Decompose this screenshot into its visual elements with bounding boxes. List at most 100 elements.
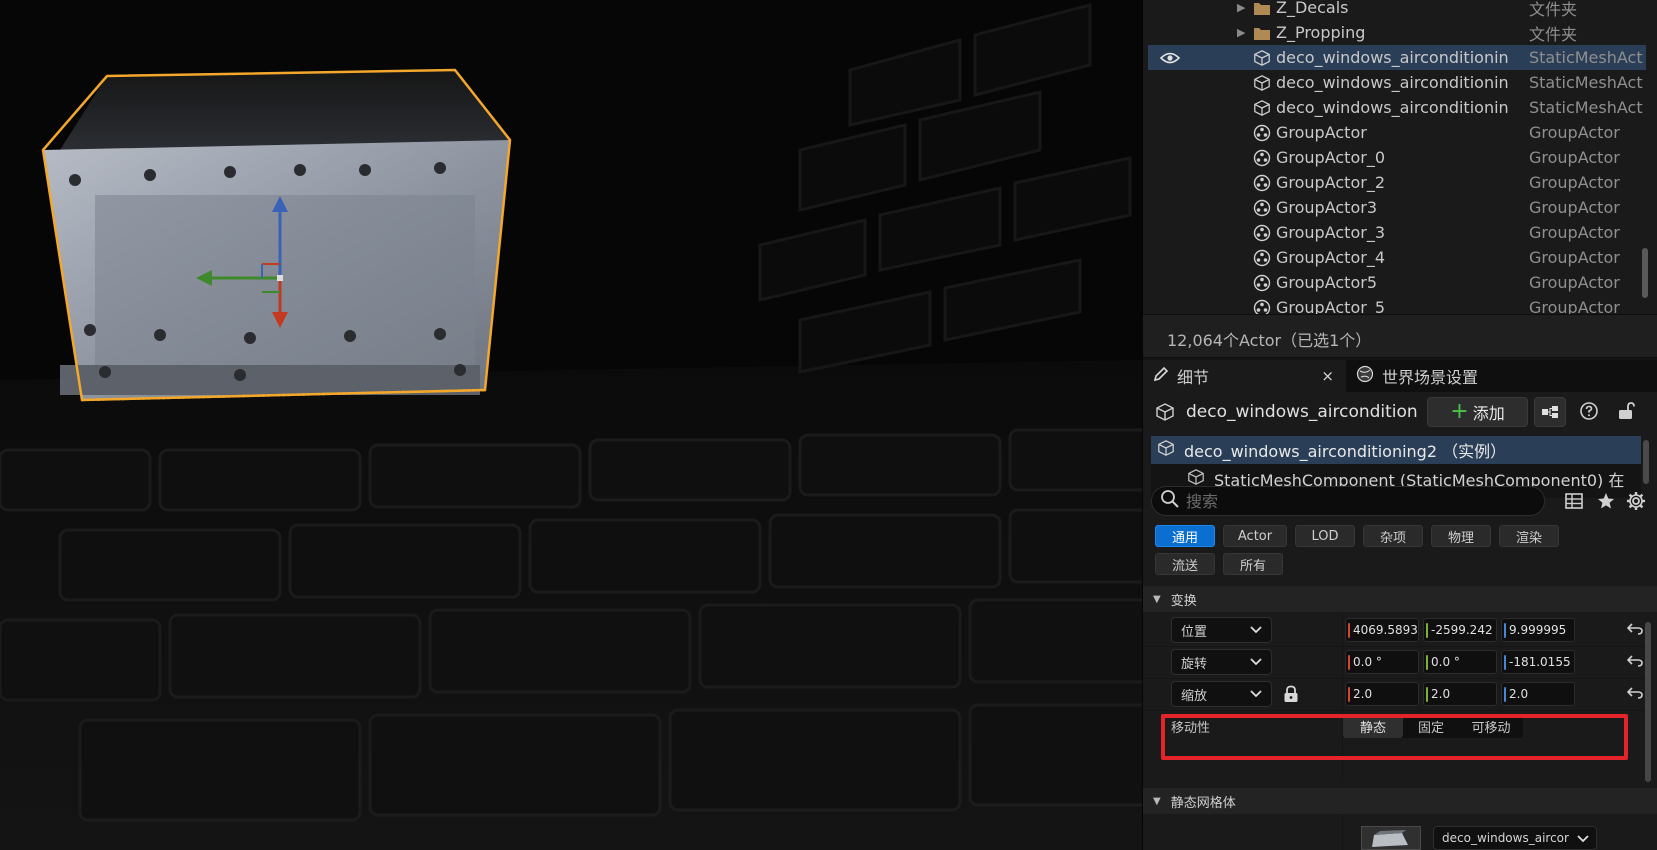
close-tab-icon[interactable]: × (1321, 367, 1334, 385)
scale-x-input[interactable]: 2.0 (1345, 682, 1419, 706)
section-transform-label: 变换 (1170, 593, 1197, 609)
group-actor-icon (1252, 198, 1272, 218)
outliner-item-type: StaticMeshAct (1529, 48, 1643, 67)
outliner-item-type: GroupActor (1529, 198, 1620, 217)
location-z-input[interactable]: 9.999995 (1501, 618, 1575, 642)
reset-arrow-icon[interactable] (1627, 654, 1643, 668)
outliner-item-name: deco_windows_airconditioning (1276, 48, 1508, 67)
globe-icon (1356, 365, 1374, 387)
mobility-stationary-option[interactable]: 固定 (1403, 714, 1459, 738)
outliner-row[interactable]: GroupActor_0 GroupActor (1148, 145, 1646, 170)
filter-general[interactable]: 通用 (1155, 525, 1215, 547)
location-row: 位置 4069.5893 -2599.242 9.999995 (1143, 614, 1648, 646)
filter-actor[interactable]: Actor (1223, 525, 1287, 547)
section-transform[interactable]: ▼ 变换 (1143, 586, 1657, 612)
outliner-row[interactable]: GroupActor_4 GroupActor (1148, 245, 1646, 270)
filter-lod[interactable]: LOD (1295, 525, 1355, 547)
details-search-box[interactable] (1151, 486, 1545, 516)
help-icon[interactable] (1579, 401, 1599, 425)
rotation-y-value: 0.0 ° (1431, 655, 1460, 669)
star-icon[interactable] (1595, 490, 1617, 512)
static-mesh-thumbnail[interactable] (1361, 826, 1421, 850)
pencil-icon (1153, 366, 1169, 386)
group-actor-icon (1252, 298, 1272, 314)
lock-icon[interactable] (1283, 685, 1299, 703)
add-component-button[interactable]: + 添加 (1427, 397, 1528, 427)
static-mesh-icon (1252, 48, 1272, 68)
unlock-icon[interactable] (1617, 401, 1635, 425)
outliner-item-type: StaticMeshAct (1529, 73, 1643, 92)
outliner-row[interactable]: GroupActor GroupActor (1148, 120, 1646, 145)
mobility-movable-option[interactable]: 可移动 (1459, 714, 1523, 738)
scale-z-value: 2.0 (1509, 687, 1529, 701)
reset-arrow-icon[interactable] (1627, 686, 1643, 700)
outliner-item-name: GroupActor_2 (1276, 173, 1385, 192)
scale-y-input[interactable]: 2.0 (1423, 682, 1497, 706)
filter-rendering[interactable]: 渲染 (1499, 525, 1559, 547)
outliner-row[interactable]: GroupActor_2 GroupActor (1148, 170, 1646, 195)
floor-bricks (0, 428, 1142, 822)
details-scrollbar[interactable] (1645, 622, 1651, 782)
reset-arrow-icon[interactable] (1627, 622, 1643, 636)
collapse-triangle-icon: ▼ (1153, 795, 1161, 807)
filter-misc[interactable]: 杂项 (1363, 525, 1423, 547)
location-x-input[interactable]: 4069.5893 (1345, 618, 1419, 642)
mobility-static-option[interactable]: 静态 (1343, 714, 1403, 738)
rotation-y-input[interactable]: 0.0 ° (1423, 650, 1497, 674)
eye-icon[interactable] (1159, 47, 1181, 69)
viewport-scene (0, 0, 1142, 850)
outliner-scrollbar[interactable] (1642, 248, 1648, 298)
triangle-right-icon[interactable]: ▶ (1237, 1, 1249, 14)
selected-crate-mesh[interactable] (41, 68, 512, 402)
outliner-item-type: GroupActor (1529, 273, 1620, 292)
add-component-label: 添加 (1472, 404, 1505, 423)
triangle-right-icon[interactable]: ▶ (1237, 26, 1249, 39)
scale-row: 缩放 2.0 2.0 2.0 (1143, 678, 1648, 710)
outliner-row[interactable]: GroupActor_3 GroupActor (1148, 220, 1646, 245)
location-label: 位置 (1181, 624, 1208, 640)
outliner-row[interactable]: GroupActor_5 GroupActor (1148, 295, 1646, 314)
group-actor-icon (1252, 123, 1272, 143)
location-dropdown[interactable]: 位置 (1171, 617, 1272, 643)
outliner-item-type: GroupActor (1529, 173, 1620, 192)
actor-count-status: 12,064个Actor（已选1个） (1143, 314, 1657, 358)
blueprint-button[interactable] (1534, 397, 1566, 427)
gear-icon[interactable] (1625, 490, 1647, 512)
outliner-row[interactable]: GroupActor3 GroupActor (1148, 195, 1646, 220)
static-mesh-picker[interactable]: deco_windows_aircor (1433, 826, 1597, 850)
rotation-x-input[interactable]: 0.0 ° (1345, 650, 1419, 674)
outliner-row[interactable]: deco_windows_airconditioning StaticMeshAc… (1148, 95, 1646, 120)
outliner-row[interactable]: deco_windows_airconditioning StaticMeshAc… (1148, 45, 1646, 70)
outliner-item-type: 文件夹 (1529, 24, 1578, 44)
scale-z-input[interactable]: 2.0 (1501, 682, 1575, 706)
outliner-row[interactable]: GroupActor5 GroupActor (1148, 270, 1646, 295)
component-tree-scrollbar[interactable] (1643, 440, 1649, 484)
rotation-z-input[interactable]: -181.0155 (1501, 650, 1575, 674)
filter-streaming[interactable]: 流送 (1155, 553, 1215, 575)
rotation-row: 旋转 0.0 ° 0.0 ° -181.0155 (1143, 646, 1648, 678)
actor-name-field[interactable]: deco_windows_airconditioning2 (1186, 402, 1419, 422)
row-divider (1143, 710, 1648, 711)
search-icon (1160, 489, 1180, 513)
rotation-dropdown[interactable]: 旋转 (1171, 649, 1272, 675)
filter-all[interactable]: 所有 (1223, 553, 1283, 575)
static-mesh-value: deco_windows_aircor (1442, 831, 1569, 845)
tab-world-settings[interactable]: 世界场景设置 (1350, 360, 1550, 392)
outliner-row[interactable]: ▶ Z_Propping 文件夹 (1148, 20, 1646, 45)
location-y-input[interactable]: -2599.242 (1423, 618, 1497, 642)
level-viewport[interactable] (0, 0, 1142, 850)
filter-physics[interactable]: 物理 (1431, 525, 1491, 547)
outliner-row[interactable]: deco_windows_airconditioning StaticMeshAc… (1148, 70, 1646, 95)
outliner-item-type: GroupActor (1529, 298, 1620, 314)
outliner-row[interactable]: ▶ Z_Decals 文件夹 (1148, 0, 1646, 20)
tab-world-settings-label: 世界场景设置 (1382, 368, 1479, 387)
tab-details[interactable]: 细节 × (1143, 360, 1346, 392)
world-outliner: ▶ Z_Decals 文件夹 ▶ Z_Propping 文件夹 deco_windows_a… (1143, 0, 1657, 314)
table-view-icon[interactable] (1563, 490, 1585, 512)
group-actor-icon (1252, 148, 1272, 168)
search-input[interactable] (1186, 491, 1526, 511)
section-static-mesh[interactable]: ▼ 静态网格体 (1143, 788, 1657, 814)
scale-dropdown[interactable]: 缩放 (1171, 681, 1272, 707)
outliner-item-type: StaticMeshAct (1529, 98, 1643, 117)
component-row-instance[interactable]: deco_windows_airconditioning2 （实例） (1151, 436, 1641, 464)
